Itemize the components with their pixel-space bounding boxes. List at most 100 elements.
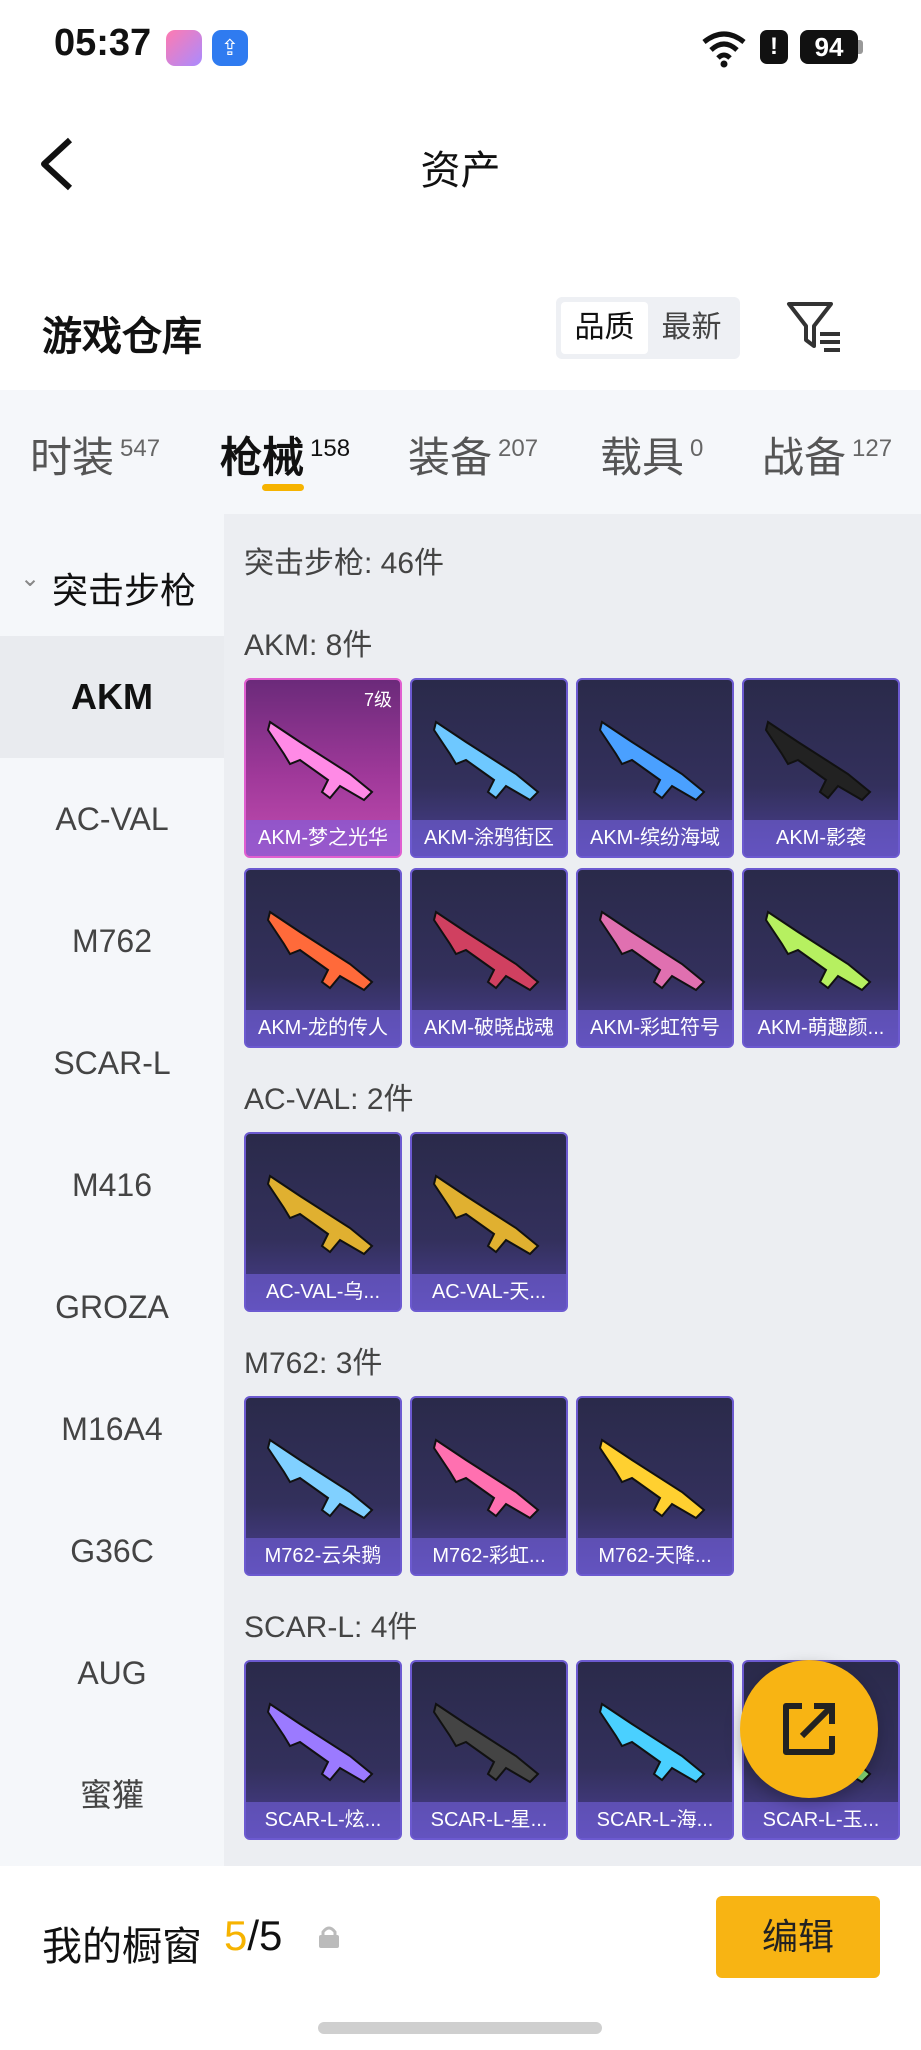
rifle-icon bbox=[598, 1702, 706, 1784]
skin-card[interactable]: AC-VAL-天... bbox=[410, 1132, 568, 1312]
skin-card[interactable]: 7级 AKM-梦之光华 bbox=[244, 678, 402, 858]
tab-equipment[interactable]: 装备 207 bbox=[408, 424, 538, 485]
alert-icon: ! bbox=[760, 30, 788, 64]
sidebar-item-akm[interactable]: AKM bbox=[0, 636, 224, 758]
tab-label: 战备 bbox=[762, 434, 847, 481]
skin-card[interactable]: AKM-破晓战魂 bbox=[410, 868, 568, 1048]
skin-name: AKM-梦之光华 bbox=[246, 820, 400, 856]
share-external-icon bbox=[783, 1703, 835, 1755]
tab-vehicles[interactable]: 载具 0 bbox=[600, 424, 703, 485]
tab-count: 127 bbox=[852, 435, 893, 462]
sort-toggle: 品质 最新 bbox=[556, 297, 740, 359]
rifle-icon bbox=[266, 1702, 374, 1784]
sidebar-item-m416[interactable]: M416 bbox=[0, 1124, 224, 1246]
sidebar-item-g36c[interactable]: G36C bbox=[0, 1490, 224, 1612]
tab-fashion[interactable]: 时装 547 bbox=[30, 424, 160, 485]
sort-quality-button[interactable]: 品质 bbox=[561, 302, 648, 354]
skin-card[interactable]: SCAR-L-海... bbox=[576, 1660, 734, 1840]
sidebar-item-groza[interactable]: GROZA bbox=[0, 1246, 224, 1368]
app-icon-blue-upload: ⇪ bbox=[212, 30, 248, 66]
skin-name: AKM-破晓战魂 bbox=[412, 1010, 566, 1046]
tab-guns[interactable]: 枪械 158 bbox=[220, 424, 350, 485]
rifle-icon bbox=[598, 910, 706, 992]
skin-card[interactable]: AKM-萌趣颜... bbox=[742, 868, 900, 1048]
sort-newest-button[interactable]: 最新 bbox=[648, 302, 735, 354]
skin-name: AKM-龙的传人 bbox=[246, 1010, 400, 1046]
skin-name: AKM-缤纷海域 bbox=[578, 820, 732, 856]
tab-supplies[interactable]: 战备 127 bbox=[762, 424, 892, 485]
skin-name: SCAR-L-海... bbox=[578, 1802, 732, 1838]
rifle-icon bbox=[598, 720, 706, 802]
skin-card[interactable]: M762-彩虹... bbox=[410, 1396, 568, 1576]
rifle-icon bbox=[598, 1438, 706, 1520]
skin-card[interactable]: AKM-缤纷海域 bbox=[576, 678, 734, 858]
rifle-icon bbox=[432, 910, 540, 992]
sidebar-item-m16a4[interactable]: M16A4 bbox=[0, 1368, 224, 1490]
skin-card[interactable]: AKM-彩虹符号 bbox=[576, 868, 734, 1048]
status-bar: 05:37 ⇪ ! 94 bbox=[0, 0, 921, 96]
showcase-count: 5/5 bbox=[224, 1912, 282, 1960]
skin-name: SCAR-L-星... bbox=[412, 1802, 566, 1838]
group-title-m762: M762: 3件 bbox=[244, 1347, 383, 1380]
skin-card[interactable]: AKM-涂鸦街区 bbox=[410, 678, 568, 858]
rifle-icon bbox=[432, 1174, 540, 1256]
skin-name: M762-彩虹... bbox=[412, 1538, 566, 1574]
group-title-scar-l: SCAR-L: 4件 bbox=[244, 1611, 418, 1644]
skin-card[interactable]: AKM-龙的传人 bbox=[244, 868, 402, 1048]
sidebar-group-label: 突击步枪 bbox=[52, 570, 197, 611]
rifle-icon bbox=[266, 910, 374, 992]
filter-icon[interactable] bbox=[786, 300, 842, 352]
skin-name: SCAR-L-炫... bbox=[246, 1802, 400, 1838]
skin-card[interactable]: SCAR-L-炫... bbox=[244, 1660, 402, 1840]
skin-card[interactable]: M762-云朵鹅 bbox=[244, 1396, 402, 1576]
showcase-bar: 我的橱窗 5/5 编辑 bbox=[0, 1866, 921, 2050]
skin-card[interactable]: M762-天降... bbox=[576, 1396, 734, 1576]
lock-icon bbox=[319, 1926, 339, 1948]
sidebar-item-ac-val[interactable]: AC-VAL bbox=[0, 758, 224, 880]
rifle-icon bbox=[432, 720, 540, 802]
battery-icon: 94 bbox=[800, 30, 858, 64]
group-title-akm: AKM: 8件 bbox=[244, 629, 373, 662]
skin-name: AKM-萌趣颜... bbox=[744, 1010, 898, 1046]
tab-count: 547 bbox=[120, 435, 161, 462]
skin-name: AC-VAL-乌... bbox=[246, 1274, 400, 1310]
skin-name: M762-云朵鹅 bbox=[246, 1538, 400, 1574]
tab-label: 载具 bbox=[600, 434, 685, 481]
category-tabs: 时装 547 枪械 158 装备 207 载具 0 战备 127 bbox=[0, 390, 921, 514]
skin-name: AKM-彩虹符号 bbox=[578, 1010, 732, 1046]
rifle-icon bbox=[266, 720, 374, 802]
page-title: 资产 bbox=[420, 149, 501, 193]
skin-name: AC-VAL-天... bbox=[412, 1274, 566, 1310]
share-button[interactable] bbox=[740, 1660, 878, 1798]
skin-card[interactable]: AKM-影袭 bbox=[742, 678, 900, 858]
weapon-sidebar: ⌄ 突击步枪 AKM AC-VAL M762 SCAR-L M416 GROZA… bbox=[0, 514, 224, 1866]
app-icon-pink bbox=[166, 30, 202, 66]
sidebar-item-honey-badger[interactable]: 蜜獾 bbox=[0, 1734, 224, 1856]
wifi-icon bbox=[702, 31, 746, 68]
sidebar-item-m762[interactable]: M762 bbox=[0, 880, 224, 1002]
status-time: 05:37 bbox=[54, 22, 152, 64]
sidebar-item-scar-l[interactable]: SCAR-L bbox=[0, 1002, 224, 1124]
skin-card[interactable]: AC-VAL-乌... bbox=[244, 1132, 402, 1312]
battery-tip bbox=[858, 40, 863, 54]
skin-name: M762-天降... bbox=[578, 1538, 732, 1574]
warehouse-title: 游戏仓库 bbox=[42, 315, 202, 359]
rifle-icon bbox=[266, 1438, 374, 1520]
edit-button[interactable]: 编辑 bbox=[716, 1896, 880, 1978]
tab-label: 枪械 bbox=[220, 434, 305, 481]
sidebar-group-assault-rifles[interactable]: ⌄ 突击步枪 bbox=[0, 550, 224, 620]
rifle-icon bbox=[764, 910, 872, 992]
skin-card[interactable]: SCAR-L-星... bbox=[410, 1660, 568, 1840]
showcase-label: 我的橱窗 bbox=[42, 1925, 202, 1969]
group-title-ac-val: AC-VAL: 2件 bbox=[244, 1083, 414, 1116]
tab-count: 0 bbox=[690, 435, 704, 462]
section-title: 突击步枪: 46件 bbox=[244, 547, 445, 580]
tab-count: 207 bbox=[498, 435, 539, 462]
sidebar-item-aug[interactable]: AUG bbox=[0, 1612, 224, 1734]
tab-label: 时装 bbox=[30, 434, 115, 481]
showcase-count-current: 5 bbox=[224, 1912, 248, 1959]
rifle-icon bbox=[432, 1438, 540, 1520]
home-indicator bbox=[318, 2022, 602, 2034]
rifle-icon bbox=[266, 1174, 374, 1256]
skin-name: SCAR-L-玉... bbox=[744, 1802, 898, 1838]
